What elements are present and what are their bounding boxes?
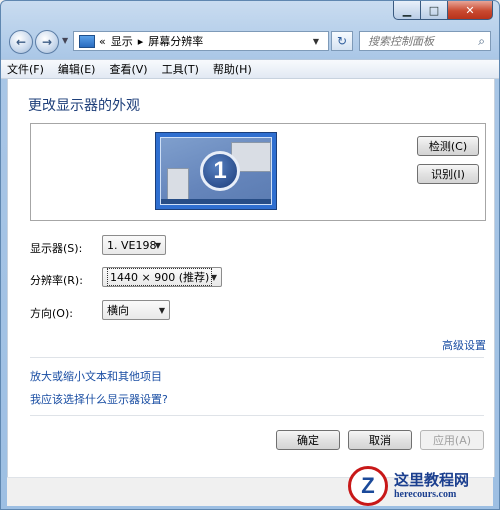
close-icon: ✕ <box>465 3 475 17</box>
chevron-down-icon: ▼ <box>154 240 161 250</box>
minimize-button[interactable]: ▁ <box>393 1 421 20</box>
control-panel-window: ▁ □ ✕ ← → ▼ « 显示 ▸ 屏幕分辨率 ▼ ↻ ⌕ 文件(F) 编辑(… <box>0 0 500 510</box>
page-title: 更改显示器的外观 <box>28 98 140 114</box>
identify-button[interactable]: 识别(I) <box>417 164 479 184</box>
main-content: 更改显示器的外观 1 检测(C) 识别(I) 显示器(S): 1. VE198 … <box>7 79 495 477</box>
refresh-icon: ↻ <box>336 34 348 48</box>
search-icon[interactable]: ⌕ <box>478 34 485 49</box>
divider <box>30 357 484 358</box>
detect-button[interactable]: 检测(C) <box>417 136 479 156</box>
menu-help[interactable]: 帮助(H) <box>213 61 252 77</box>
menu-tools[interactable]: 工具(T) <box>162 61 199 77</box>
forward-button[interactable]: → <box>35 30 59 54</box>
watermark-text: 这里教程网 herecours.com <box>394 472 469 500</box>
monitor-number-badge: 1 <box>200 151 240 191</box>
watermark-logo-icon: Z <box>348 466 388 506</box>
apply-button[interactable]: 应用(A) <box>420 430 484 450</box>
chevron-down-icon: ▼ <box>158 305 165 315</box>
control-panel-icon <box>79 34 95 48</box>
monitor-screen: 1 <box>160 137 272 205</box>
close-button[interactable]: ✕ <box>447 1 493 20</box>
cancel-button[interactable]: 取消 <box>348 430 412 450</box>
maximize-button[interactable]: □ <box>420 1 448 20</box>
address-prefix: « <box>99 34 106 48</box>
monitor-thumbnail[interactable]: 1 <box>155 132 277 210</box>
advanced-settings-link[interactable]: 高级设置 <box>442 337 486 353</box>
breadcrumb-separator-icon: ▸ <box>137 34 144 48</box>
watermark-name: 这里教程网 <box>394 471 470 490</box>
menu-file[interactable]: 文件(F) <box>7 61 44 77</box>
watermark-url: herecours.com <box>394 488 457 500</box>
minimize-icon: ▁ <box>402 3 412 17</box>
forward-arrow-icon: → <box>41 35 53 49</box>
back-button[interactable]: ← <box>9 30 33 54</box>
divider <box>30 415 484 416</box>
orientation-label: 方向(O): <box>30 307 73 320</box>
display-select[interactable]: 1. VE198 ▼ <box>102 235 166 255</box>
display-settings-help-link[interactable]: 我应该选择什么显示器设置? <box>30 391 168 407</box>
window-thumbnail-icon <box>167 168 189 200</box>
menu-bar: 文件(F) 编辑(E) 查看(V) 工具(T) 帮助(H) <box>1 59 499 79</box>
display-label: 显示器(S): <box>30 242 83 255</box>
ok-button[interactable]: 确定 <box>276 430 340 450</box>
taskbar-thumbnail <box>161 199 271 204</box>
menu-edit[interactable]: 编辑(E) <box>58 61 96 77</box>
orientation-select[interactable]: 横向 ▼ <box>102 300 170 320</box>
address-bar[interactable]: « 显示 ▸ 屏幕分辨率 ▼ <box>73 31 329 51</box>
site-watermark: Z 这里教程网 herecours.com <box>348 464 498 508</box>
resolution-select[interactable]: 1440 × 900 (推荐) ▼ <box>102 267 222 287</box>
resolution-label: 分辨率(R): <box>30 274 83 287</box>
text-size-link[interactable]: 放大或缩小文本和其他项目 <box>30 368 162 384</box>
search-box[interactable]: ⌕ <box>359 31 491 51</box>
display-value: 1. VE198 <box>107 238 157 252</box>
address-dropdown-icon[interactable]: ▼ <box>313 37 319 46</box>
chevron-down-icon: ▼ <box>210 272 217 282</box>
orientation-value: 横向 <box>107 304 129 317</box>
recent-pages-dropdown[interactable]: ▼ <box>62 36 68 45</box>
menu-view[interactable]: 查看(V) <box>109 61 147 77</box>
refresh-button[interactable]: ↻ <box>331 31 353 51</box>
resolution-value: 1440 × 900 (推荐) <box>107 268 213 286</box>
search-input[interactable] <box>366 33 470 49</box>
breadcrumb-display[interactable]: 显示 <box>111 33 133 49</box>
caption-buttons: ▁ □ ✕ <box>393 1 493 20</box>
breadcrumb-screen-resolution[interactable]: 屏幕分辨率 <box>148 33 203 49</box>
back-arrow-icon: ← <box>15 35 27 49</box>
display-preview-panel: 1 检测(C) 识别(I) <box>30 123 486 221</box>
maximize-icon: □ <box>428 3 440 17</box>
navigation-bar: ← → ▼ « 显示 ▸ 屏幕分辨率 ▼ ↻ ⌕ <box>9 29 491 55</box>
